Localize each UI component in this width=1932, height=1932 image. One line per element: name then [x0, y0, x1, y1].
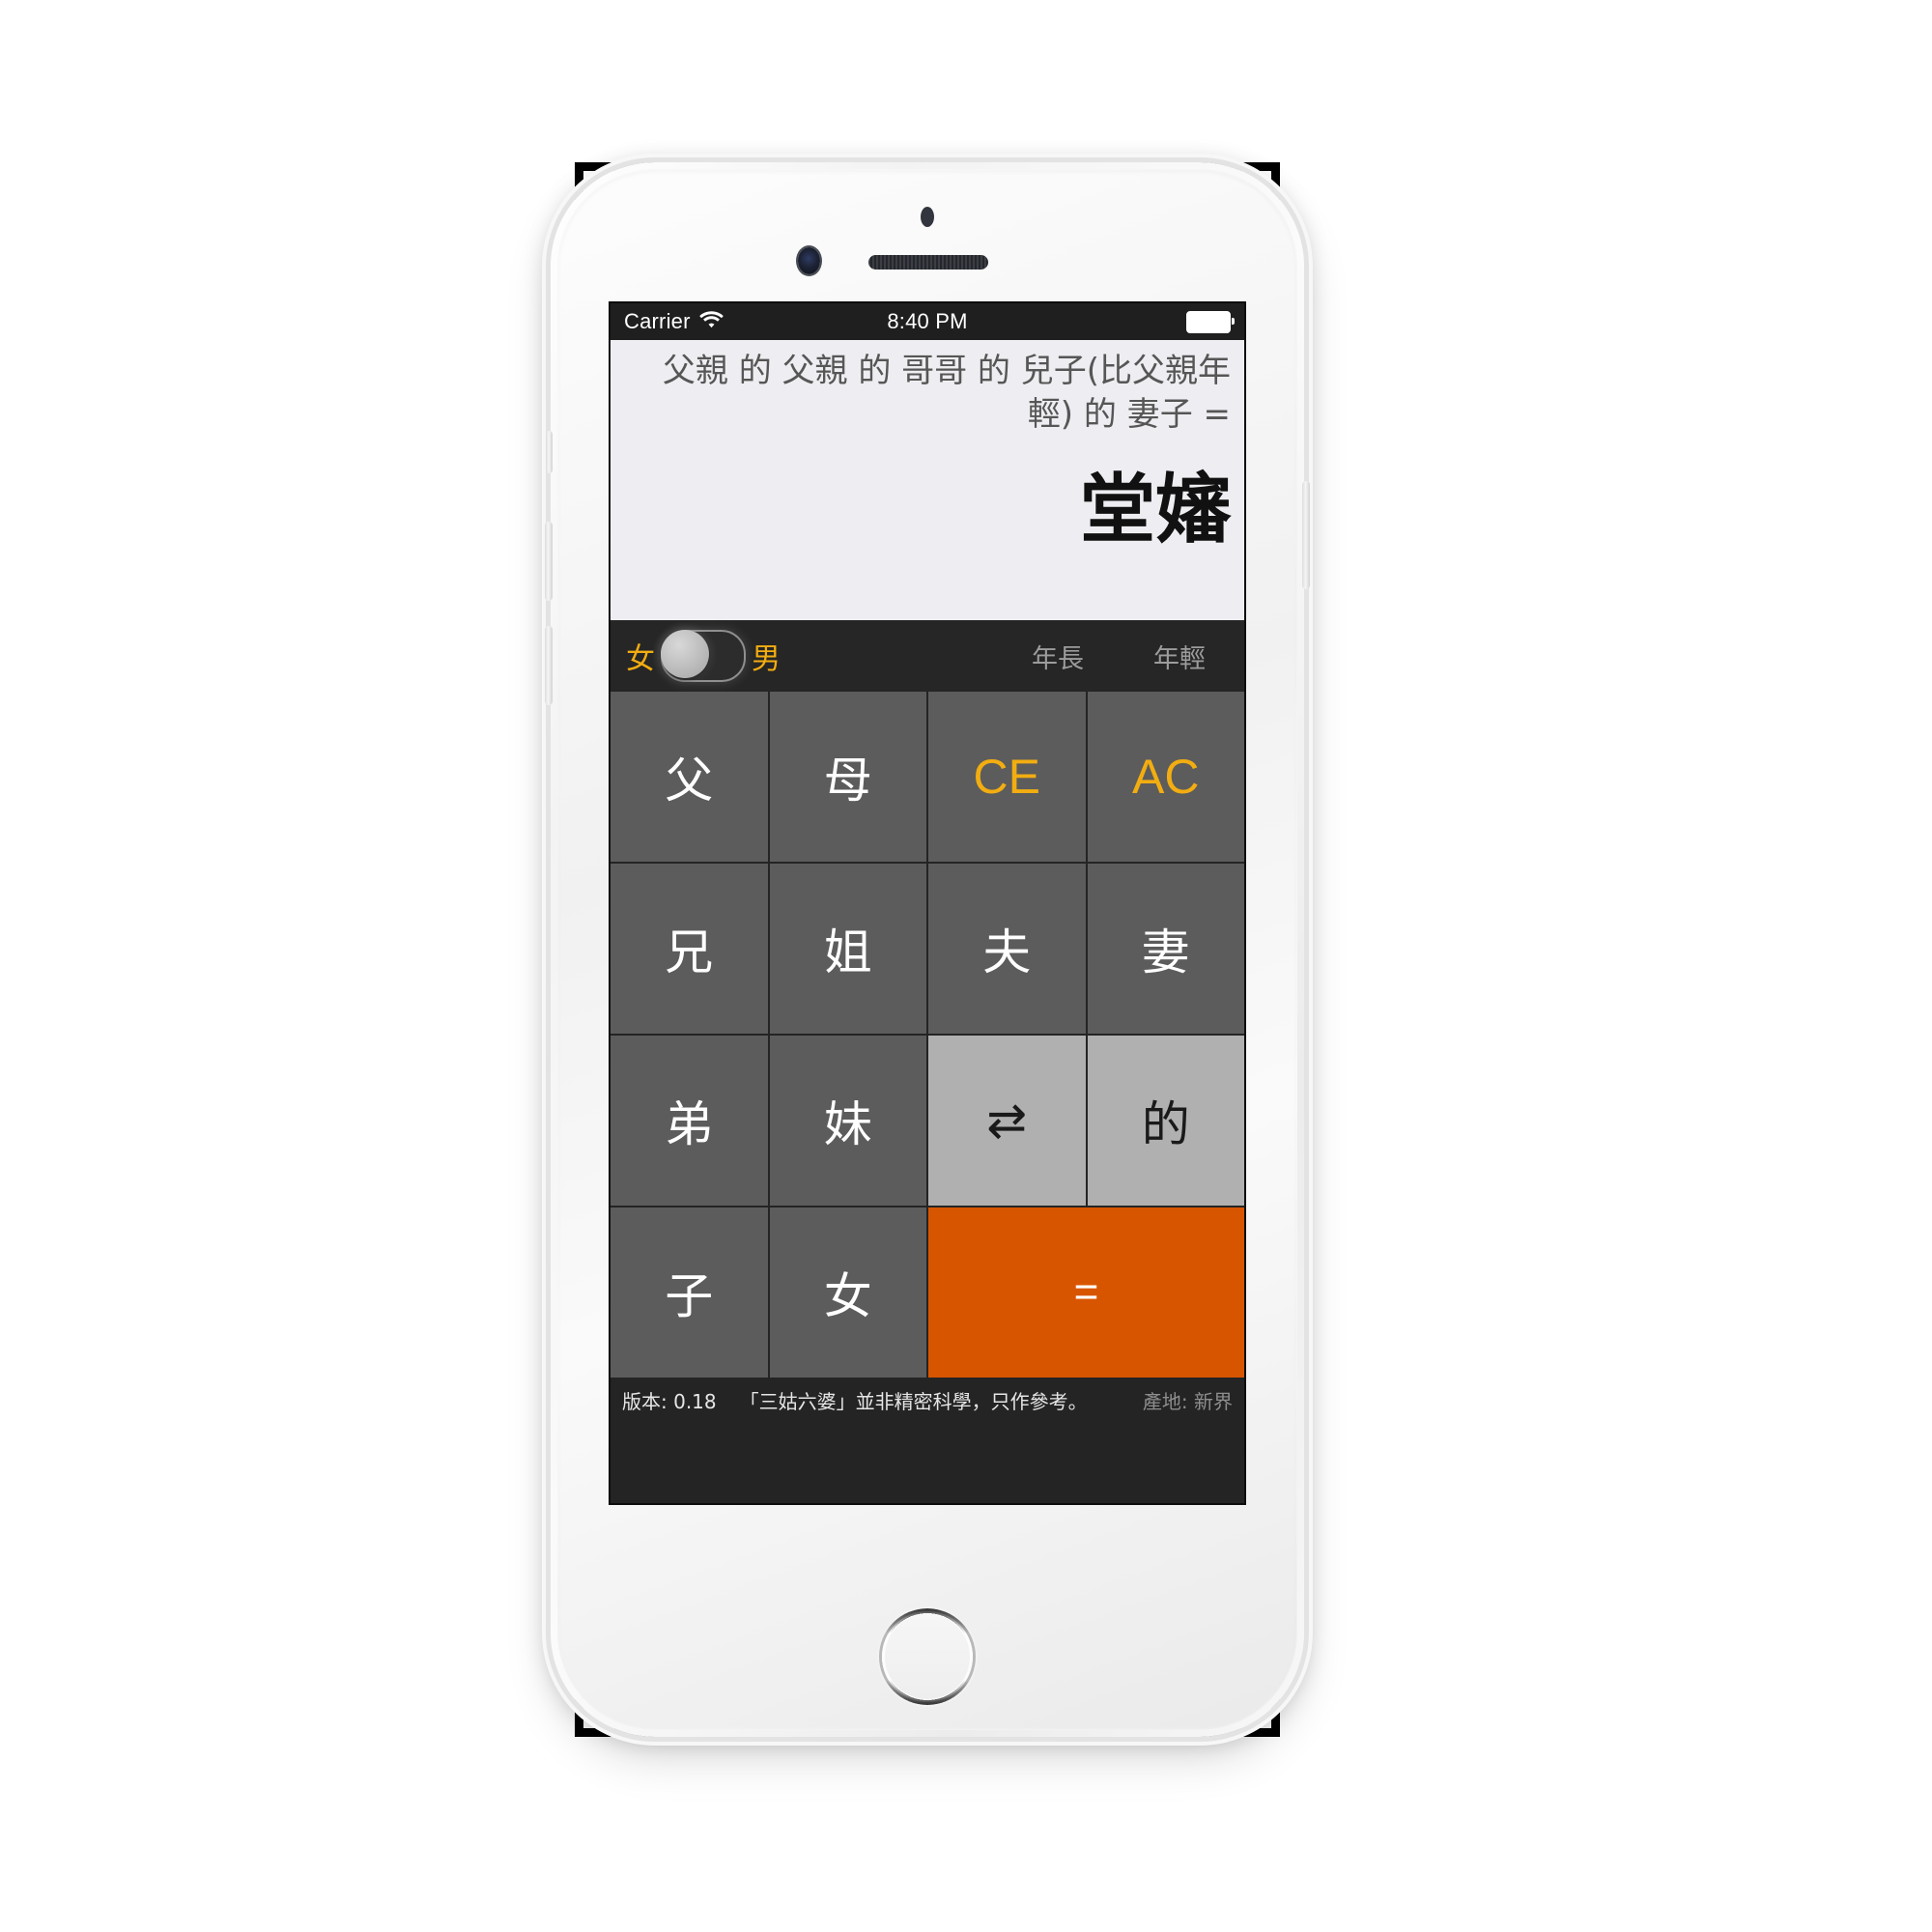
key-father[interactable]: 父: [611, 692, 768, 862]
key-elder-sister[interactable]: 姐: [769, 864, 926, 1034]
front-camera-icon: [798, 247, 820, 274]
key-equals[interactable]: =: [928, 1208, 1244, 1378]
key-wife[interactable]: 妻: [1087, 864, 1244, 1034]
key-swap-icon[interactable]: ⇄: [928, 1036, 1086, 1206]
earpiece-speaker-icon: [868, 255, 988, 270]
proximity-sensor-icon: [921, 207, 934, 227]
home-button[interactable]: [882, 1611, 973, 1702]
calculator-display: 父親 的 父親 的 哥哥 的 兒子(比父親年輕) 的 妻子 = 堂嬸: [611, 340, 1244, 620]
key-husband[interactable]: 夫: [928, 864, 1086, 1034]
status-bar: Carrier 8:40 PM: [611, 303, 1244, 340]
silent-switch[interactable]: [546, 431, 553, 473]
age-younger-label[interactable]: 年輕: [1153, 638, 1206, 675]
key-son[interactable]: 子: [611, 1208, 768, 1378]
mode-bar: 女 男 年長 年輕: [611, 620, 1244, 692]
gender-switch[interactable]: [661, 630, 746, 682]
volume-up-button[interactable]: [545, 522, 553, 601]
footer-bar: 版本: 0.18 「三姑六婆」並非精密科學，只作參考。 產地: 新界: [611, 1378, 1244, 1503]
power-button[interactable]: [1302, 481, 1310, 589]
gender-female-label: 女: [626, 642, 655, 676]
key-elder-brother[interactable]: 兄: [611, 864, 768, 1034]
gender-male-label: 男: [752, 642, 781, 676]
screenshot-canvas: Carrier 8:40 PM 父親 的 父親 的 哥哥 的 兒子(比父親年輕)…: [0, 0, 1932, 1932]
footer-note: 「三姑六婆」並非精密科學，只作參考。: [739, 1390, 1088, 1413]
key-younger-sister[interactable]: 妹: [769, 1036, 926, 1206]
footer-version: 版本: 0.18: [622, 1390, 717, 1413]
footer-origin: 產地: 新界: [1142, 1390, 1233, 1413]
key-younger-brother[interactable]: 弟: [611, 1036, 768, 1206]
age-elder-label[interactable]: 年長: [1032, 638, 1084, 675]
gender-toggle-group[interactable]: 女 男: [626, 630, 781, 682]
status-bar-right: [1186, 310, 1235, 333]
status-bar-time: 8:40 PM: [887, 309, 968, 333]
device-screen: Carrier 8:40 PM 父親 的 父親 的 哥哥 的 兒子(比父親年輕)…: [611, 303, 1244, 1503]
age-toggle-group: 年長 年輕: [1032, 638, 1229, 675]
key-mother[interactable]: 母: [769, 692, 926, 862]
expression-text: 父親 的 父親 的 哥哥 的 兒子(比父親年輕) 的 妻子 =: [662, 352, 1231, 434]
keypad-grid: 父母 CE AC 兄姐夫妻弟妹 ⇄ 的子女 =: [611, 692, 1244, 1378]
key-clear-entry[interactable]: CE: [928, 692, 1086, 862]
iphone-device-frame: Carrier 8:40 PM 父親 的 父親 的 哥哥 的 兒子(比父親年輕)…: [545, 162, 1310, 1737]
key-daughter[interactable]: 女: [769, 1208, 926, 1378]
key-all-clear[interactable]: AC: [1087, 692, 1244, 862]
key-possessive[interactable]: 的: [1087, 1036, 1244, 1206]
gender-switch-knob[interactable]: [661, 630, 709, 678]
battery-full-icon: [1186, 310, 1235, 333]
volume-down-button[interactable]: [545, 626, 553, 705]
result-text: 堂嬸: [1079, 466, 1231, 554]
